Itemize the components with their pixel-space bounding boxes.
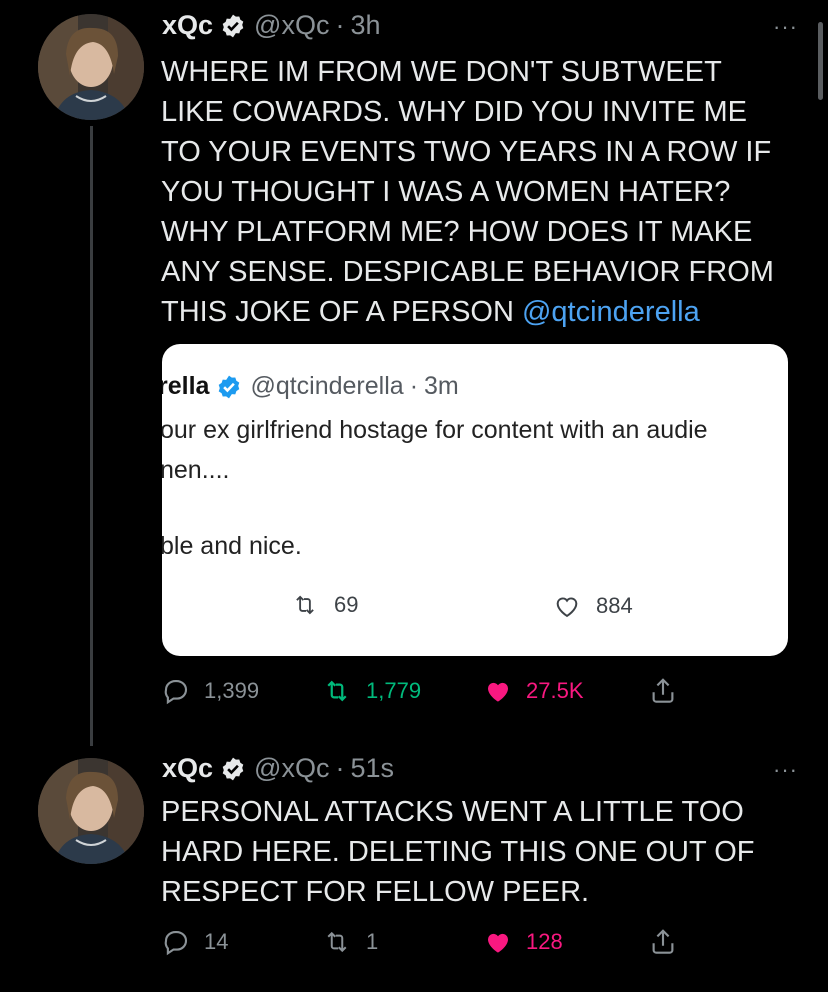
quote-text-line: nen.... xyxy=(162,456,230,484)
more-icon[interactable]: ··· xyxy=(773,757,798,783)
reply-count: 14 xyxy=(204,929,229,954)
tweet-text: WHERE IM FROM WE DON'T SUBTWEET LIKE COW… xyxy=(161,52,801,332)
tweet-actions: 1,399 1,779 27.5K xyxy=(160,676,800,706)
avatar[interactable] xyxy=(38,14,144,120)
like-icon xyxy=(488,682,508,702)
retweet-count: 1,779 xyxy=(366,678,422,703)
text-line-last: THIS JOKE OF A PERSON @qtcinderella xyxy=(161,292,801,332)
like-button[interactable]: 27.5K xyxy=(482,676,584,706)
quote-retweet-count: 69 xyxy=(290,592,358,618)
like-button[interactable]: 128 xyxy=(482,927,563,957)
thread-line xyxy=(90,126,93,746)
quote-like-count: 884 xyxy=(552,592,633,620)
quote-author-handle: @qtcinderella xyxy=(250,372,404,400)
text-line: WHERE IM FROM WE DON'T SUBTWEET xyxy=(161,56,722,88)
retweet-icon xyxy=(327,680,347,702)
share-button[interactable] xyxy=(648,676,678,706)
tweet-text: PERSONAL ATTACKS WENT A LITTLE TOO HARD … xyxy=(161,792,801,912)
quote-text-line: ble and nice. xyxy=(162,532,302,560)
retweet-button[interactable]: 1,779 xyxy=(320,677,421,705)
reply-button[interactable]: 1,399 xyxy=(160,676,259,706)
more-icon[interactable]: ··· xyxy=(773,14,798,40)
author-handle[interactable]: @xQc xyxy=(254,753,329,784)
text-line: RESPECT FOR FELLOW PEER. xyxy=(161,876,590,908)
quote-text-line: our ex girlfriend hostage for content wi… xyxy=(162,416,708,444)
verified-badge-icon xyxy=(220,13,246,39)
share-button[interactable] xyxy=(648,927,678,957)
reply-icon xyxy=(164,930,188,956)
tweet-actions: 14 1 128 xyxy=(160,927,800,957)
author-name[interactable]: xQc xyxy=(162,753,213,784)
retweet-button[interactable]: 1 xyxy=(320,928,378,956)
like-icon xyxy=(488,933,508,953)
retweet-icon xyxy=(327,931,347,953)
author-handle[interactable]: @xQc xyxy=(254,10,329,41)
retweet-count: 1 xyxy=(366,929,379,954)
tweet[interactable]: xQc @xQc · 51s ··· PERSONAL ATTACKS WENT… xyxy=(0,745,828,992)
like-count: 128 xyxy=(526,929,563,954)
quote-timestamp: 3m xyxy=(424,372,459,400)
text-line: WHY PLATFORM ME? HOW DOES IT MAKE xyxy=(161,216,753,248)
reply-icon xyxy=(164,679,188,705)
text-line: ANY SENSE. DESPICABLE BEHAVIOR FROM xyxy=(161,256,774,288)
reply-count: 1,399 xyxy=(204,678,260,703)
retweet-icon xyxy=(296,595,314,615)
text-line: YOU THOUGHT I WAS A WOMEN HATER? xyxy=(161,176,731,208)
verified-badge-icon xyxy=(220,756,246,782)
share-icon xyxy=(652,678,674,703)
text-line: PERSONAL ATTACKS WENT A LITTLE TOO xyxy=(161,796,744,828)
text-line: HARD HERE. DELETING THIS ONE OUT OF xyxy=(161,836,755,868)
separator-dot: · xyxy=(409,372,419,400)
text-line: THIS JOKE OF A PERSON xyxy=(161,296,514,328)
reply-button[interactable]: 14 xyxy=(160,927,228,957)
quote-header: rella @qtcinderella · 3m xyxy=(162,372,459,401)
avatar[interactable] xyxy=(38,758,144,864)
verified-badge-icon xyxy=(216,374,242,400)
tweet-header: xQc @xQc · 3h xyxy=(162,10,381,41)
like-count: 884 xyxy=(596,593,633,618)
text-line: LIKE COWARDS. WHY DID YOU INVITE ME xyxy=(161,96,747,128)
like-count: 27.5K xyxy=(526,678,584,703)
retweet-count: 69 xyxy=(334,592,359,617)
author-name[interactable]: xQc xyxy=(162,10,213,41)
mention-link[interactable]: @qtcinderella xyxy=(522,296,700,328)
separator-dot: · xyxy=(335,10,345,40)
share-icon xyxy=(652,929,674,954)
text-line: TO YOUR EVENTS TWO YEARS IN A ROW IF xyxy=(161,136,772,168)
tweet[interactable]: xQc @xQc · 3h ··· WHERE IM FROM WE DON'T… xyxy=(0,0,828,746)
quoted-tweet-screenshot[interactable]: rella @qtcinderella · 3m our ex girlfrie… xyxy=(162,344,788,656)
quote-author-name: rella xyxy=(162,372,210,400)
separator-dot: · xyxy=(335,753,345,783)
like-icon xyxy=(556,597,578,618)
tweet-header: xQc @xQc · 51s xyxy=(162,753,394,784)
timestamp[interactable]: 3h xyxy=(350,10,380,41)
timestamp[interactable]: 51s xyxy=(350,753,394,784)
